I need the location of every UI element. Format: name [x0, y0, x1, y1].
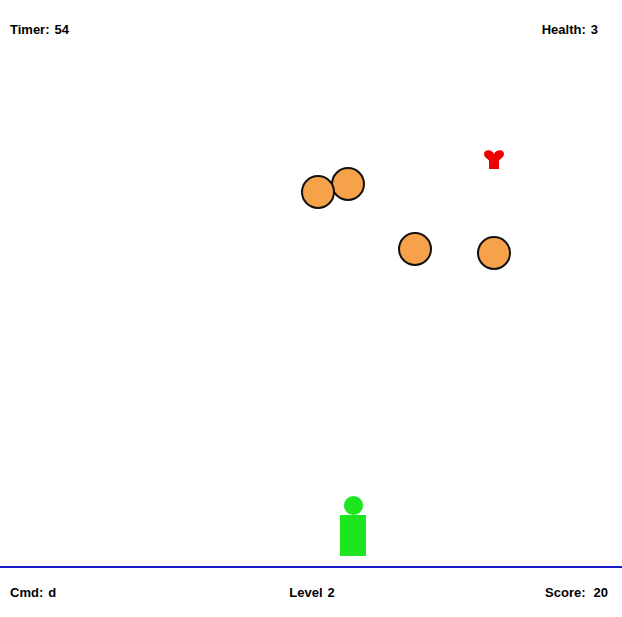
score: Score: 20 — [545, 585, 608, 601]
heart-icon — [481, 148, 507, 170]
level-value: 2 — [328, 585, 335, 601]
command-value: d — [48, 585, 56, 601]
health-value: 3 — [591, 22, 598, 38]
ball — [477, 236, 511, 270]
playfield — [0, 60, 622, 568]
timer-label: Timer: — [10, 22, 50, 38]
ball — [301, 175, 335, 209]
ball — [398, 232, 432, 266]
timer: Timer: 54 — [10, 22, 69, 38]
level: Level 2 — [283, 585, 334, 601]
player[interactable] — [340, 496, 366, 556]
health-label: Health: — [542, 22, 586, 38]
ball — [331, 167, 365, 201]
status-bar: Cmd: d Level 2 Score: 20 — [0, 568, 622, 617]
score-value: 20 — [594, 585, 608, 601]
score-label: Score: — [545, 585, 585, 601]
level-label: Level — [289, 585, 322, 601]
top-hud: Timer: 54 Health: 3 — [0, 0, 622, 60]
health: Health: 3 — [542, 22, 598, 38]
game-screen: Timer: 54 Health: 3 Cmd: d Level 2 Score: 20 — [0, 0, 622, 617]
player-body — [340, 515, 366, 556]
command-label: Cmd: — [10, 585, 43, 601]
player-head — [344, 496, 363, 515]
timer-value: 54 — [55, 22, 69, 38]
command: Cmd: d — [10, 585, 56, 601]
